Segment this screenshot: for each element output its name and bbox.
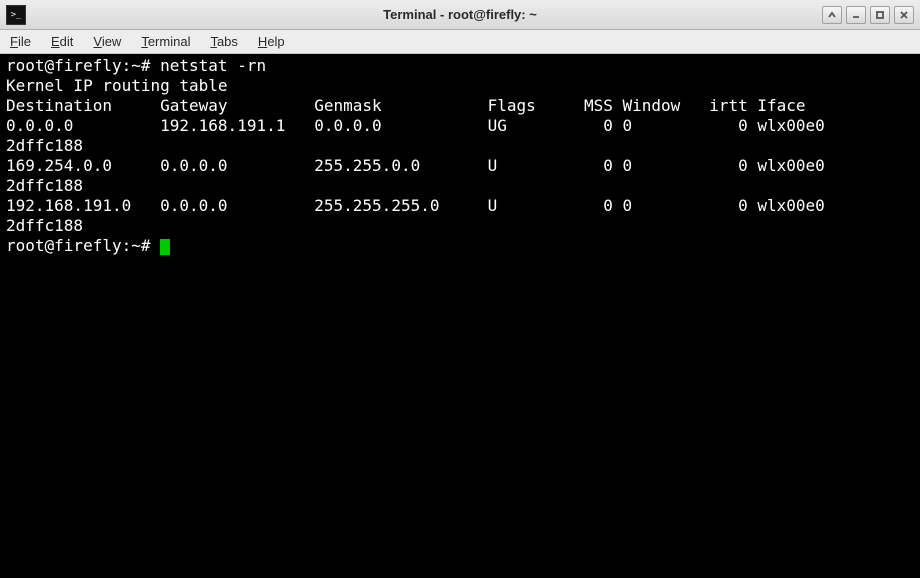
menu-view[interactable]: View: [93, 34, 121, 49]
terminal-icon: >_: [6, 5, 26, 25]
minimize-icon: [851, 10, 861, 20]
window-controls: [822, 6, 914, 24]
menubar: File Edit View Terminal Tabs Help: [0, 30, 920, 54]
window-titlebar: >_ Terminal - root@firefly: ~: [0, 0, 920, 30]
window-title: Terminal - root@firefly: ~: [0, 7, 920, 22]
maximize-icon: [875, 10, 885, 20]
arrow-up-icon: [827, 10, 837, 20]
menu-edit[interactable]: Edit: [51, 34, 73, 49]
menu-file[interactable]: File: [10, 34, 31, 49]
menu-help[interactable]: Help: [258, 34, 285, 49]
terminal-output[interactable]: root@firefly:~# netstat -rn Kernel IP ro…: [0, 54, 920, 578]
window-minimize-button[interactable]: [846, 6, 866, 24]
terminal-cursor: [160, 239, 170, 255]
window-close-button[interactable]: [894, 6, 914, 24]
menu-tabs[interactable]: Tabs: [210, 34, 237, 49]
window-maximize-button[interactable]: [870, 6, 890, 24]
menu-terminal[interactable]: Terminal: [141, 34, 190, 49]
close-icon: [899, 10, 909, 20]
window-up-button[interactable]: [822, 6, 842, 24]
